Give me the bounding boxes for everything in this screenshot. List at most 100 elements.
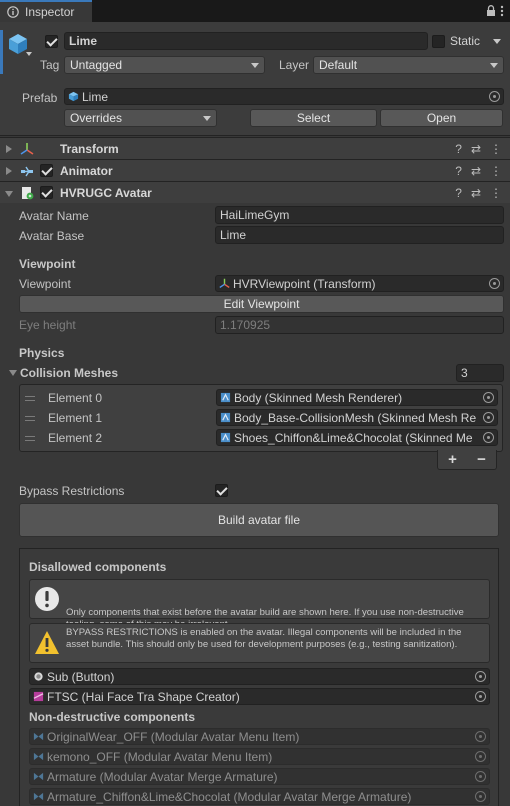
element-0-field[interactable]: Body (Skinned Mesh Renderer) bbox=[216, 389, 498, 406]
drag-handle-icon[interactable] bbox=[25, 436, 35, 441]
active-checkbox[interactable] bbox=[45, 35, 58, 48]
collision-count-field[interactable]: 3 bbox=[456, 364, 504, 382]
object-name-field[interactable]: Lime bbox=[64, 32, 428, 50]
avatar-base-field[interactable]: Lime bbox=[215, 226, 504, 244]
transform-axes-icon bbox=[219, 278, 230, 289]
info-helpbox: Only components that exist before the av… bbox=[29, 579, 490, 642]
avatar-name-field[interactable]: HaiLimeGym bbox=[215, 206, 504, 224]
gameobject-header: Lime Static Tag Untagged Layer Default P… bbox=[0, 22, 510, 136]
preset-icon[interactable]: ⇄ bbox=[471, 186, 481, 200]
chevron-down-icon bbox=[490, 63, 498, 68]
non-destructive-item-value: kemono_OFF (Modular Avatar Menu Item) bbox=[47, 749, 273, 764]
edit-viewpoint-button[interactable]: Edit Viewpoint bbox=[19, 295, 504, 313]
non-destructive-item-value: Armature (Modular Avatar Merge Armature) bbox=[47, 769, 278, 784]
object-picker-icon[interactable] bbox=[475, 691, 486, 702]
kebab-menu-icon[interactable]: ⋮ bbox=[490, 186, 502, 200]
element-1-field[interactable]: Body_Base-CollisionMesh (Skinned Mesh Re bbox=[216, 409, 498, 426]
preset-icon[interactable]: ⇄ bbox=[471, 164, 481, 178]
tag-dropdown[interactable]: Untagged bbox=[64, 56, 265, 74]
tag-label: Tag bbox=[40, 58, 60, 72]
viewpoint-label: Viewpoint bbox=[19, 277, 71, 291]
help-icon[interactable]: ? bbox=[455, 164, 462, 178]
disallowed-item-value: FTSC (Hai Face Tra Shape Creator) bbox=[47, 689, 240, 704]
disallowed-item[interactable]: FTSC (Hai Face Tra Shape Creator) bbox=[29, 688, 490, 705]
warning-helpbox: BYPASS RESTRICTIONS is enabled on the av… bbox=[29, 623, 490, 663]
overrides-label: Overrides bbox=[70, 111, 123, 125]
drag-handle-icon[interactable] bbox=[25, 416, 35, 421]
eye-height-field: 1.170925 bbox=[215, 316, 504, 334]
chevron-down-icon bbox=[203, 116, 211, 121]
drag-handle-icon[interactable] bbox=[25, 396, 35, 401]
remove-element-button[interactable]: − bbox=[477, 451, 486, 468]
object-picker-icon[interactable] bbox=[489, 91, 500, 102]
component-tools: ? ⇄ ⋮ bbox=[455, 164, 502, 178]
overrides-dropdown[interactable]: Overrides bbox=[64, 109, 217, 127]
non-destructive-item: Armature (Modular Avatar Merge Armature) bbox=[29, 768, 490, 785]
add-element-button[interactable]: + bbox=[448, 451, 457, 468]
element-value: Body_Base-CollisionMesh (Skinned Mesh Re bbox=[234, 410, 477, 425]
prefab-field[interactable]: Lime bbox=[64, 88, 504, 105]
layer-dropdown[interactable]: Default bbox=[313, 56, 504, 74]
component-name: Transform bbox=[60, 142, 119, 156]
modular-avatar-icon bbox=[33, 792, 44, 801]
prefab-value: Lime bbox=[82, 89, 109, 104]
inspector-tab[interactable]: Inspector bbox=[0, 0, 92, 22]
preset-icon[interactable]: ⇄ bbox=[471, 142, 481, 156]
select-button[interactable]: Select bbox=[250, 109, 377, 127]
foldout-arrow-icon[interactable] bbox=[6, 145, 12, 153]
object-picker-icon[interactable] bbox=[483, 412, 494, 423]
eye-height-label: Eye height bbox=[19, 318, 76, 332]
element-2-field[interactable]: Shoes_Chiffon&Lime&Chocolat (Skinned Me bbox=[216, 429, 498, 446]
script-icon bbox=[33, 691, 44, 702]
modular-avatar-icon bbox=[33, 752, 44, 761]
icon-dropdown-arrow[interactable] bbox=[26, 52, 32, 56]
element-label: Element 2 bbox=[48, 431, 103, 445]
warning-text: BYPASS RESTRICTIONS is enabled on the av… bbox=[66, 627, 462, 650]
build-avatar-button[interactable]: Build avatar file bbox=[19, 503, 499, 537]
avatar-base-label: Avatar Base bbox=[19, 229, 85, 243]
animator-icon bbox=[21, 166, 33, 177]
skinned-mesh-icon bbox=[220, 392, 231, 403]
static-checkbox[interactable] bbox=[432, 35, 445, 48]
prefab-indicator bbox=[0, 30, 3, 74]
object-picker-icon[interactable] bbox=[483, 432, 494, 443]
non-destructive-item: OriginalWear_OFF (Modular Avatar Menu It… bbox=[29, 728, 490, 745]
component-enabled-checkbox[interactable] bbox=[40, 186, 53, 199]
layer-value: Default bbox=[319, 58, 358, 72]
bypass-restrictions-checkbox[interactable] bbox=[215, 484, 228, 497]
kebab-menu-icon[interactable] bbox=[500, 5, 504, 17]
help-icon[interactable]: ? bbox=[455, 186, 462, 200]
element-label: Element 0 bbox=[48, 391, 103, 405]
foldout-arrow-icon[interactable] bbox=[6, 167, 12, 175]
collision-meshes-label[interactable]: Collision Meshes bbox=[20, 366, 118, 380]
object-picker-icon[interactable] bbox=[475, 671, 486, 682]
component-hvrugc-avatar[interactable]: HVRUGC Avatar ? ⇄ ⋮ bbox=[0, 181, 510, 203]
list-footer: + − bbox=[437, 450, 497, 470]
kebab-menu-icon[interactable]: ⋮ bbox=[490, 142, 502, 156]
open-button[interactable]: Open bbox=[380, 109, 503, 127]
info-icon bbox=[35, 587, 59, 611]
prefab-icon bbox=[68, 91, 79, 102]
inspector-tab-label: Inspector bbox=[25, 5, 75, 19]
viewpoint-field[interactable]: HVRViewpoint (Transform) bbox=[215, 275, 504, 292]
disallowed-item[interactable]: Sub (Button) bbox=[29, 668, 490, 685]
collision-foldout-icon[interactable] bbox=[9, 370, 17, 376]
component-tools: ? ⇄ ⋮ bbox=[455, 142, 502, 156]
component-animator[interactable]: Animator ? ⇄ ⋮ bbox=[0, 159, 510, 181]
component-transform[interactable]: Transform ? ⇄ ⋮ bbox=[0, 137, 510, 159]
foldout-arrow-icon[interactable] bbox=[5, 191, 13, 197]
help-icon[interactable]: ? bbox=[455, 142, 462, 156]
component-enabled-checkbox[interactable] bbox=[40, 164, 53, 177]
physics-section-title: Physics bbox=[19, 346, 65, 360]
warning-icon bbox=[35, 631, 59, 654]
object-picker-icon[interactable] bbox=[483, 392, 494, 403]
tab-bar: Inspector bbox=[0, 0, 510, 22]
static-dropdown-arrow[interactable] bbox=[493, 39, 501, 44]
skinned-mesh-icon bbox=[220, 432, 231, 443]
object-picker-icon[interactable] bbox=[489, 278, 500, 289]
object-picker-icon bbox=[475, 731, 486, 742]
lock-icon[interactable] bbox=[486, 5, 496, 17]
non-destructive-item-value: Armature_Chiffon&Lime&Chocolat (Modular … bbox=[47, 789, 412, 804]
transform-axes-icon bbox=[20, 143, 34, 155]
kebab-menu-icon[interactable]: ⋮ bbox=[490, 164, 502, 178]
